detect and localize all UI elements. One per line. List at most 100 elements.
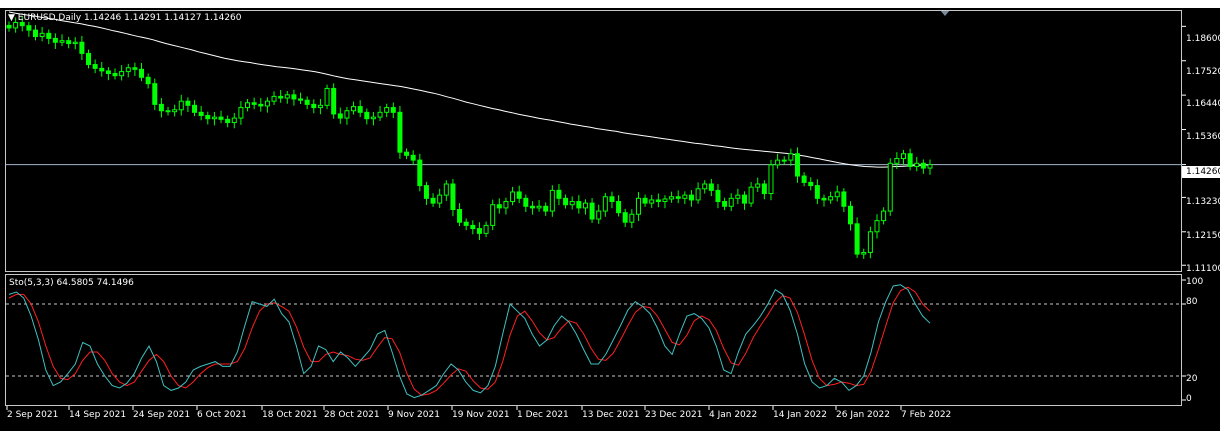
candle-body <box>271 95 277 102</box>
candle-body <box>105 70 111 74</box>
candle-body <box>86 52 92 66</box>
candle-body <box>702 183 708 190</box>
candle-body <box>616 201 622 214</box>
candle-body <box>165 110 171 113</box>
candle-body <box>172 109 178 113</box>
candle-body <box>264 100 270 107</box>
time-axis-label: 23 Dec 2021 <box>645 410 703 420</box>
candle-body <box>543 205 549 212</box>
candle-body <box>158 103 164 112</box>
candle-body <box>410 154 416 161</box>
candle-body <box>13 22 19 29</box>
price-axis-label: 1.17520 <box>1186 67 1220 77</box>
candle-body <box>496 204 502 209</box>
candle-body <box>536 205 542 209</box>
candle-body <box>516 191 522 199</box>
candle-body <box>39 32 45 38</box>
candle-body <box>324 87 330 106</box>
candle-body <box>708 183 714 191</box>
candle-body <box>417 159 423 187</box>
dropdown-triangle-icon[interactable]: ▼ <box>8 13 15 23</box>
candle-body <box>529 205 535 209</box>
candle-body <box>900 153 906 160</box>
candle-body <box>284 94 290 99</box>
candle-body <box>655 199 661 203</box>
candle-body <box>523 197 529 207</box>
candle-body <box>635 197 641 215</box>
candle-body <box>847 205 853 225</box>
candle-body <box>788 153 794 161</box>
candle-body <box>907 153 913 167</box>
time-axis-label: 7 Feb 2022 <box>901 410 952 420</box>
candle-body <box>278 95 284 99</box>
candle-body <box>775 159 781 166</box>
candle-body <box>801 175 807 183</box>
candle-body <box>867 231 873 253</box>
candle-body <box>470 224 476 230</box>
candle-body <box>722 201 728 207</box>
candle-body <box>927 164 933 169</box>
candle-body <box>582 202 588 209</box>
candle-body <box>715 189 721 203</box>
candle-body <box>854 223 860 255</box>
candle-body <box>794 153 800 177</box>
candle-body <box>218 116 224 120</box>
candle-body <box>364 111 370 120</box>
candle-body <box>476 228 482 234</box>
candle-body <box>33 29 39 38</box>
candle-body <box>357 106 363 113</box>
candle-body <box>238 107 244 119</box>
candle-body <box>761 183 767 195</box>
candle-body <box>404 151 410 156</box>
candle-body <box>741 194 747 204</box>
symbol-header: ▼ EURUSD,Daily 1.14246 1.14291 1.14127 1… <box>8 13 242 23</box>
candle-body <box>72 41 78 45</box>
candle-body <box>437 194 443 204</box>
candle-body <box>814 185 820 199</box>
candle-body <box>390 107 396 113</box>
candle-body <box>556 189 562 199</box>
candle-body <box>185 100 191 106</box>
candle-body <box>298 98 304 101</box>
candle-body <box>549 189 555 212</box>
candle-body <box>119 71 125 77</box>
candle-body <box>192 104 198 113</box>
time-axis-label: 1 Dec 2021 <box>517 410 569 420</box>
candle-body <box>139 68 145 78</box>
candle-body <box>914 162 920 167</box>
candle-body <box>377 111 383 118</box>
candle-body <box>662 198 668 203</box>
candle-body <box>231 117 237 124</box>
candle-body <box>881 210 887 222</box>
price-axis-label: 1.18600 <box>1186 34 1220 44</box>
candle-body <box>920 162 926 169</box>
candle-body <box>841 191 847 207</box>
sto-level-label: 20 <box>1186 374 1198 384</box>
chart-window[interactable]: ▼ EURUSD,Daily 1.14246 1.14291 1.14127 1… <box>0 0 1220 431</box>
candle-body <box>311 103 317 109</box>
candle-body <box>211 116 217 120</box>
candle-body <box>351 106 357 112</box>
price-axis-label: 1.15360 <box>1186 132 1220 142</box>
candle-body <box>887 162 893 212</box>
candle-body <box>576 201 582 209</box>
time-axis-label: 9 Nov 2021 <box>388 410 440 420</box>
candle-body <box>26 25 32 31</box>
time-axis-label: 19 Nov 2021 <box>452 410 510 420</box>
candle-body <box>874 220 880 233</box>
time-axis-label: 26 Jan 2022 <box>836 410 890 420</box>
candle-body <box>443 183 449 196</box>
candle-body <box>669 196 675 200</box>
current-price-tag: 1.14260 <box>1182 166 1220 178</box>
stoch-signal-line <box>8 286 931 396</box>
price-axis-label: 1.16440 <box>1186 99 1220 109</box>
candle-body <box>629 213 635 223</box>
candle-body <box>602 196 608 212</box>
candle-body <box>344 110 350 119</box>
sto-level-label: 100 <box>1186 277 1204 287</box>
candle-body <box>79 41 85 54</box>
candle-body <box>649 199 655 204</box>
time-axis-label: 14 Sep 2021 <box>69 410 127 420</box>
candle-body <box>463 221 469 226</box>
candle-body <box>66 40 72 45</box>
